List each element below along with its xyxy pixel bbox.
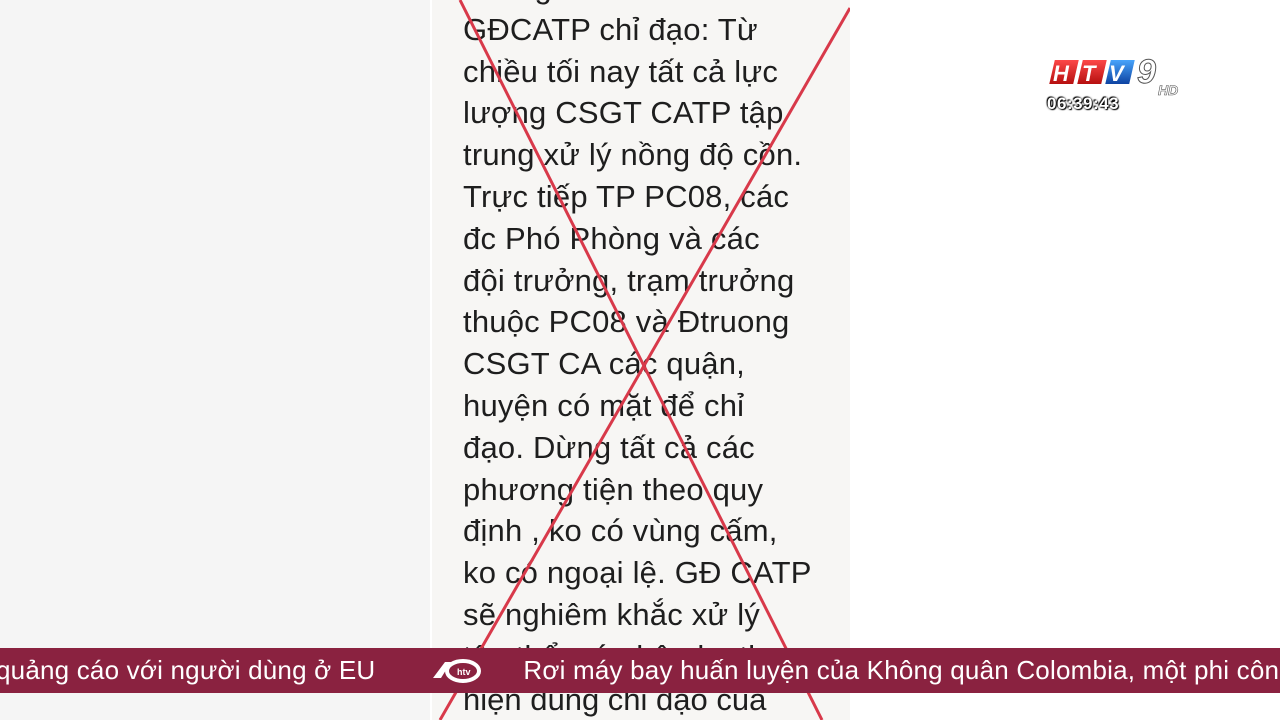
notice-line: sẽ nghiêm khắc xử lý (463, 596, 760, 632)
notice-line: lượng CSGT CATP tập (463, 95, 784, 131)
ticker-track: quảng cáo với người dùng ở EU htv Rơi má… (0, 648, 1280, 693)
notice-line: định , ko có vùng cấm, (463, 513, 778, 549)
fake-cross-mark-tail-icon (438, 693, 824, 720)
notice-line: đội trưởng, trạm trưởng (463, 262, 795, 298)
fake-notice-document: Thông báo: GĐCATP chỉ đạo: Từ chiều tối na… (432, 0, 850, 720)
svg-text:9: 9 (1137, 55, 1156, 91)
notice-text: Thông báo: GĐCATP chỉ đạo: Từ chiều tối na… (463, 0, 850, 678)
svg-text:V: V (1109, 61, 1126, 86)
notice-line: ko có ngoại lệ. GĐ CATP (463, 555, 812, 591)
notice-line: trung xử lý nồng độ cồn. (463, 137, 803, 173)
notice-line: Trực tiếp TP PC08, các (463, 178, 790, 214)
news-ticker: quảng cáo với người dùng ở EU htv Rơi má… (0, 648, 1280, 693)
svg-text:HD: HD (1158, 82, 1178, 98)
notice-line: đạo. Dừng tất cả các (463, 429, 755, 465)
ticker-item: quảng cáo với người dùng ở EU (0, 655, 376, 685)
notice-line: chiều tối nay tất cả lực (463, 53, 779, 89)
left-background (0, 0, 430, 720)
notice-line: phương tiện theo quy (463, 471, 764, 507)
svg-text:H: H (1053, 61, 1070, 86)
htv-ticker-logo-icon: htv (427, 656, 487, 686)
svg-text:T: T (1082, 61, 1097, 86)
notice-line: huyện có mặt để chỉ (463, 387, 745, 423)
notice-line: CSGT CA các quận, (463, 346, 745, 382)
notice-line: thuộc PC08 và Đtruong (463, 304, 790, 340)
ticker-item: Rơi máy bay huấn luyện của Không quân Co… (523, 655, 1280, 685)
notice-line: Thông báo: (463, 0, 850, 9)
notice-line: GĐCATP chỉ đạo: Từ (463, 11, 758, 47)
notice-line: đc Phó Phòng và các (463, 220, 760, 256)
svg-text:htv: htv (457, 667, 471, 677)
broadcast-clock: 06:39:43 (1047, 94, 1120, 113)
